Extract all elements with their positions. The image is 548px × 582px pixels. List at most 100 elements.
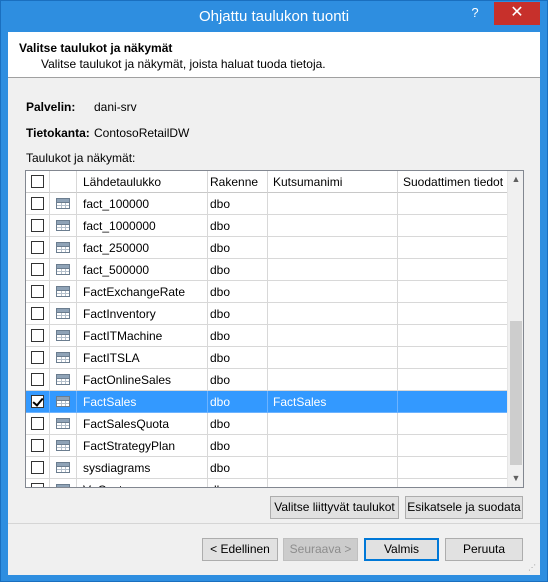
row-checkbox-cell[interactable]: [26, 347, 50, 369]
row-checkbox-cell[interactable]: [26, 369, 50, 391]
table-row[interactable]: FactInventory dbo: [26, 303, 507, 325]
row-checkbox-cell[interactable]: [26, 193, 50, 215]
scroll-thumb[interactable]: [510, 321, 522, 465]
row-checkbox-cell[interactable]: [26, 413, 50, 435]
filter-details-cell[interactable]: [398, 325, 507, 347]
row-checkbox-cell[interactable]: [26, 479, 50, 487]
filter-details-cell[interactable]: [398, 369, 507, 391]
schema-cell[interactable]: dbo: [208, 347, 268, 369]
row-checkbox[interactable]: [31, 417, 44, 430]
table-row[interactable]: fact_500000 dbo: [26, 259, 507, 281]
row-checkbox[interactable]: [31, 351, 44, 364]
row-checkbox-cell[interactable]: [26, 303, 50, 325]
schema-cell[interactable]: dbo: [208, 215, 268, 237]
table-row[interactable]: fact_1000000 dbo: [26, 215, 507, 237]
schema-cell[interactable]: dbo: [208, 369, 268, 391]
filter-details-cell[interactable]: [398, 435, 507, 457]
row-checkbox[interactable]: [31, 263, 44, 276]
finish-button[interactable]: Valmis: [364, 538, 439, 561]
column-header-schema[interactable]: Rakenne: [208, 171, 268, 193]
friendly-name-cell[interactable]: [268, 369, 398, 391]
friendly-name-cell[interactable]: [268, 325, 398, 347]
friendly-name-cell[interactable]: [268, 259, 398, 281]
source-table-cell[interactable]: FactOnlineSales: [77, 369, 208, 391]
table-row[interactable]: sysdiagrams dbo: [26, 457, 507, 479]
schema-cell[interactable]: dbo: [208, 281, 268, 303]
back-button[interactable]: < Edellinen: [202, 538, 278, 561]
friendly-name-cell[interactable]: [268, 457, 398, 479]
close-icon[interactable]: ✕: [494, 2, 540, 25]
source-table-cell[interactable]: FactStrategyPlan: [77, 435, 208, 457]
source-table-cell[interactable]: FactITMachine: [77, 325, 208, 347]
header-select-all-cell[interactable]: [26, 171, 50, 193]
row-checkbox[interactable]: [31, 483, 44, 487]
schema-cell[interactable]: dbo: [208, 193, 268, 215]
friendly-name-cell[interactable]: FactSales: [268, 391, 398, 413]
friendly-name-cell[interactable]: [268, 435, 398, 457]
filter-details-cell[interactable]: [398, 193, 507, 215]
friendly-name-cell[interactable]: [268, 303, 398, 325]
source-table-cell[interactable]: FactSales: [77, 391, 208, 413]
table-row[interactable]: fact_250000 dbo: [26, 237, 507, 259]
preview-and-filter-button[interactable]: Esikatsele ja suodata: [405, 496, 523, 519]
row-checkbox-cell[interactable]: [26, 391, 50, 413]
table-row[interactable]: FactSales dbo FactSales: [26, 391, 507, 413]
source-table-cell[interactable]: fact_500000: [77, 259, 208, 281]
cancel-button[interactable]: Peruuta: [445, 538, 523, 561]
filter-details-cell[interactable]: [398, 303, 507, 325]
column-header-source[interactable]: Lähdetaulukko: [77, 171, 208, 193]
source-table-cell[interactable]: sysdiagrams: [77, 457, 208, 479]
tables-grid[interactable]: Lähdetaulukko Rakenne Kutsumanimi Suodat…: [25, 170, 524, 488]
row-checkbox[interactable]: [31, 241, 44, 254]
table-row[interactable]: FactExchangeRate dbo: [26, 281, 507, 303]
row-checkbox[interactable]: [31, 373, 44, 386]
schema-cell[interactable]: dbo: [208, 435, 268, 457]
row-checkbox-cell[interactable]: [26, 281, 50, 303]
filter-details-cell[interactable]: [398, 215, 507, 237]
column-header-filter-details[interactable]: Suodattimen tiedot: [398, 171, 507, 193]
table-row[interactable]: V_Customerdbo: [26, 479, 507, 487]
grid-scrollbar[interactable]: ▲ ▼: [507, 171, 523, 487]
column-header-friendly-name[interactable]: Kutsumanimi: [268, 171, 398, 193]
filter-details-cell[interactable]: [398, 413, 507, 435]
filter-details-cell[interactable]: [398, 347, 507, 369]
source-table-cell[interactable]: fact_100000: [77, 193, 208, 215]
filter-details-cell[interactable]: [398, 479, 507, 487]
schema-cell[interactable]: dbo: [208, 479, 268, 487]
source-table-cell[interactable]: FactExchangeRate: [77, 281, 208, 303]
schema-cell[interactable]: dbo: [208, 457, 268, 479]
source-table-cell[interactable]: fact_250000: [77, 237, 208, 259]
row-checkbox[interactable]: [31, 197, 44, 210]
scroll-down-icon[interactable]: ▼: [508, 470, 523, 487]
row-checkbox[interactable]: [31, 285, 44, 298]
table-row[interactable]: FactITMachine dbo: [26, 325, 507, 347]
source-table-cell[interactable]: FactInventory: [77, 303, 208, 325]
schema-cell[interactable]: dbo: [208, 413, 268, 435]
row-checkbox[interactable]: [31, 461, 44, 474]
friendly-name-cell[interactable]: [268, 281, 398, 303]
row-checkbox[interactable]: [31, 329, 44, 342]
schema-cell[interactable]: dbo: [208, 259, 268, 281]
row-checkbox-cell[interactable]: [26, 435, 50, 457]
resize-grip-icon[interactable]: ⋰: [528, 563, 538, 573]
title-bar[interactable]: Ohjattu taulukon tuonti ? ✕: [1, 1, 547, 32]
row-checkbox[interactable]: [31, 395, 44, 408]
select-related-tables-button[interactable]: Valitse liittyvät taulukot: [270, 496, 399, 519]
row-checkbox-cell[interactable]: [26, 259, 50, 281]
row-checkbox-cell[interactable]: [26, 237, 50, 259]
select-all-checkbox[interactable]: [31, 175, 44, 188]
source-table-cell[interactable]: FactITSLA: [77, 347, 208, 369]
row-checkbox[interactable]: [31, 307, 44, 320]
schema-cell[interactable]: dbo: [208, 325, 268, 347]
filter-details-cell[interactable]: [398, 457, 507, 479]
table-row[interactable]: FactITSLA dbo: [26, 347, 507, 369]
schema-cell[interactable]: dbo: [208, 303, 268, 325]
filter-details-cell[interactable]: [398, 259, 507, 281]
table-row[interactable]: fact_100000 dbo: [26, 193, 507, 215]
source-table-cell[interactable]: fact_1000000: [77, 215, 208, 237]
row-checkbox-cell[interactable]: [26, 215, 50, 237]
row-checkbox-cell[interactable]: [26, 325, 50, 347]
source-table-cell[interactable]: FactSalesQuota: [77, 413, 208, 435]
row-checkbox[interactable]: [31, 439, 44, 452]
friendly-name-cell[interactable]: [268, 347, 398, 369]
